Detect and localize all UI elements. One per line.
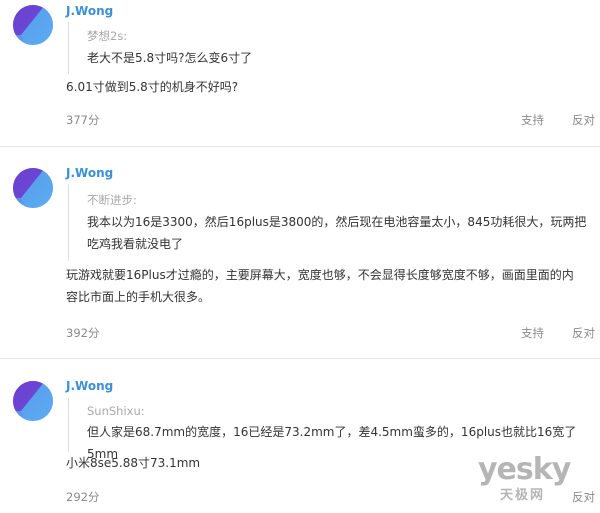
quote-line: 我本以为16是3300，然后16plus是3800的，然后现在电池容量太小，84… [87,215,587,229]
divider [0,358,600,359]
score: 292分 [66,490,100,504]
reply-line: 6.01寸做到5.8寸的机身不好吗? [66,80,239,94]
reply-line: 容比市面上的手机大很多。 [66,290,211,304]
quote-text: 我本以为16是3300，然后16plus是3800的，然后现在电池容量太小，84… [87,211,586,255]
oppose-button[interactable]: 反对 [572,489,595,505]
score: 392分 [66,326,100,340]
quote-author: SunShixu: [87,404,145,418]
reply-text: 玩游戏就要16Plus才过瘾的，主要屏幕大，宽度也够，不会显得长度够宽度不够，画… [66,264,574,308]
quote-line: 老大不是5.8寸吗?怎么变6寸了 [87,51,253,65]
reply-line: 玩游戏就要16Plus才过瘾的，主要屏幕大，宽度也够，不会显得长度够宽度不够，画… [66,268,574,282]
quote-author: 梦想2s: [87,29,128,43]
avatar[interactable] [13,5,53,45]
quoted-comment: 梦想2s: 老大不是5.8寸吗?怎么变6寸了 [68,22,252,74]
quote-line: 吃鸡我看就没电了 [87,237,184,251]
username[interactable]: J.Wong [66,4,113,18]
divider [0,146,600,147]
reply-text: 6.01寸做到5.8寸的机身不好吗? [66,76,238,98]
avatar[interactable] [13,381,53,421]
avatar-logo-icon [13,5,53,45]
yesky-watermark-cn: 天极网 [500,488,546,503]
reply-text: 小米8se5.88寸73.1mm [66,452,200,474]
support-button[interactable]: 支持 [521,112,544,128]
quote-author: 不断进步: [87,193,137,207]
quoted-comment: SunShixu: 但人家是68.7mm的宽度，16已经是73.2mm了，差4.… [68,398,600,461]
avatar[interactable] [13,168,53,208]
quote-text: 老大不是5.8寸吗?怎么变6寸了 [87,47,252,69]
support-button[interactable]: 支持 [521,325,544,341]
oppose-button[interactable]: 反对 [572,325,595,341]
avatar-logo-icon [13,381,53,421]
yesky-watermark-logo: yesky [478,452,571,487]
username[interactable]: J.Wong [66,379,113,393]
score: 377分 [66,113,100,127]
username[interactable]: J.Wong [66,166,113,180]
quoted-comment: 不断进步: 我本以为16是3300，然后16plus是3800的，然后现在电池容… [68,185,586,261]
avatar-logo-icon [13,168,53,208]
oppose-button[interactable]: 反对 [572,112,595,128]
reply-line: 小米8se5.88寸73.1mm [66,456,201,470]
